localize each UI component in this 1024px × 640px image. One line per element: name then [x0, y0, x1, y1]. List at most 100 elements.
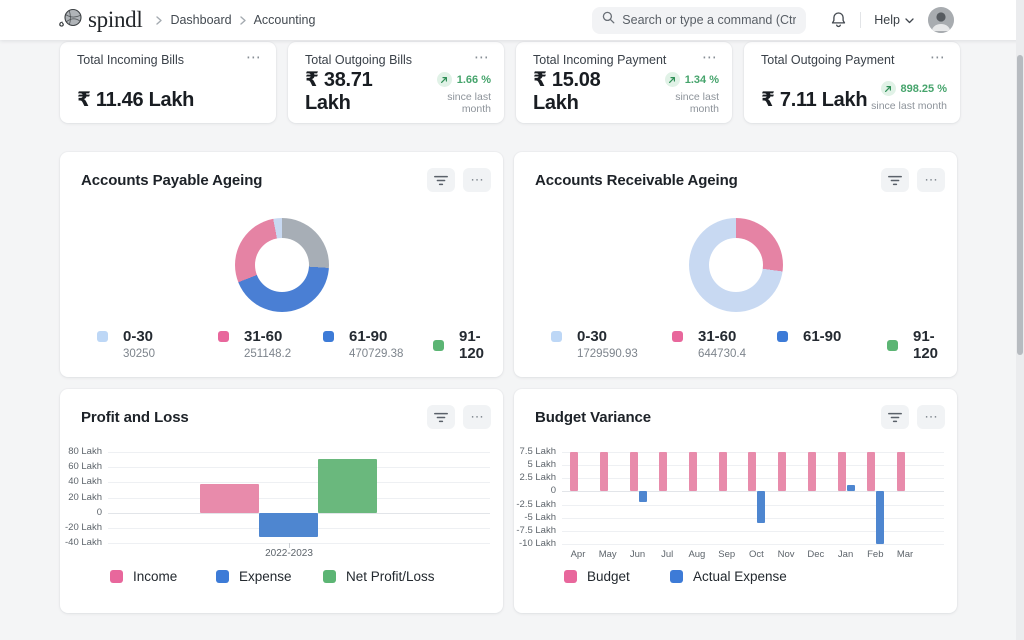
- kpi-label: Total Incoming Payment: [533, 53, 666, 67]
- bar-actual-expense-feb: [876, 491, 884, 544]
- legend-label: Actual Expense: [693, 569, 787, 584]
- y-axis-tick-label: 7.5 Lakh: [514, 447, 556, 457]
- x-axis-category-label: 2022-2023: [209, 548, 369, 559]
- legend-label: 31-60: [698, 328, 736, 345]
- top-navbar: spindl Dashboard Accounting: [0, 0, 1024, 40]
- bar-income: [200, 484, 259, 513]
- legend-swatch: [323, 570, 336, 583]
- legend-value: 30250: [123, 348, 155, 360]
- accounts-payable-ageing-card: Accounts Payable Ageing ⋯ 0-303025031-60…: [60, 152, 503, 377]
- legend-item-net-profit-loss[interactable]: Net Profit/Loss: [323, 569, 435, 584]
- bar-budget-nov: [778, 452, 786, 491]
- search-input[interactable]: [622, 13, 796, 27]
- notifications-bell-icon[interactable]: [830, 11, 847, 29]
- legend-item-expense[interactable]: Expense: [216, 569, 292, 584]
- legend-item-61-90[interactable]: 61-90470729.38: [323, 328, 403, 360]
- user-avatar[interactable]: [928, 7, 954, 33]
- legend-item-actual-expense[interactable]: Actual Expense: [670, 569, 787, 584]
- arrow-up-right-icon: [437, 72, 452, 87]
- legend-item-budget[interactable]: Budget: [564, 569, 630, 584]
- legend-label: Net Profit/Loss: [346, 569, 435, 584]
- legend-item-0-30[interactable]: 0-301729590.93: [551, 328, 638, 360]
- kpi-label: Total Incoming Bills: [77, 53, 184, 67]
- gridline: [108, 482, 490, 483]
- legend-swatch: [323, 331, 334, 342]
- legend-label: Budget: [587, 569, 630, 584]
- legend-swatch: [97, 331, 108, 342]
- filter-button[interactable]: [427, 168, 455, 192]
- card-title: Accounts Receivable Ageing: [535, 172, 738, 189]
- gridline: [562, 518, 944, 519]
- receivable-ageing-legend: 0-301729590.93 31-60644730.4 61-90 91-120: [514, 328, 957, 368]
- accounts-receivable-ageing-card: Accounts Receivable Ageing ⋯ 0-301729590…: [514, 152, 957, 377]
- legend-label: 91-120: [913, 328, 957, 362]
- y-axis-tick-label: -7.5 Lakh: [514, 526, 556, 536]
- more-icon[interactable]: ⋯: [472, 53, 491, 63]
- header-divider: [860, 12, 861, 28]
- gridline: [562, 491, 944, 492]
- payable-ageing-donut-chart: [235, 218, 329, 312]
- more-icon[interactable]: ⋯: [928, 53, 947, 63]
- legend-item-31-60[interactable]: 31-60644730.4: [672, 328, 746, 360]
- more-icon[interactable]: ⋯: [700, 53, 719, 63]
- legend-swatch: [218, 331, 229, 342]
- bar-budget-feb: [867, 452, 875, 491]
- accounting-dashboard: spindl Dashboard Accounting: [0, 0, 1024, 640]
- legend-item-91-120[interactable]: 91-120: [433, 328, 503, 362]
- x-axis-month-label: Jul: [653, 549, 681, 560]
- payable-ageing-legend: 0-3030250 31-60251148.2 61-90470729.38 91-1…: [60, 328, 503, 368]
- y-axis-tick-label: -10 Lakh: [514, 539, 556, 549]
- breadcrumb-accounting[interactable]: Accounting: [254, 13, 316, 27]
- arrow-up-right-icon: [665, 72, 680, 87]
- legend-item-61-90[interactable]: 61-90: [777, 328, 841, 345]
- help-menu[interactable]: Help: [874, 11, 914, 29]
- help-label: Help: [874, 13, 900, 27]
- bar-budget-apr: [570, 452, 578, 491]
- kpi-value: ₹ 38.71 Lakh: [305, 67, 418, 115]
- more-icon[interactable]: ⋯: [244, 53, 263, 63]
- bar-actual-expense-jun: [639, 491, 647, 502]
- x-axis-month-label: Mar: [891, 549, 919, 560]
- legend-item-31-60[interactable]: 31-60251148.2: [218, 328, 291, 360]
- bar-budget-oct: [748, 452, 756, 491]
- bar-budget-jul: [659, 452, 667, 491]
- more-button[interactable]: ⋯: [463, 168, 491, 192]
- kpi-delta-caption: since last month: [871, 100, 947, 112]
- budget-variance-chart: 7.5 Lakh5 Lakh2.5 Lakh0-2.5 Lakh-5 Lakh-…: [514, 389, 957, 613]
- profit-and-loss-chart: 80 Lakh60 Lakh40 Lakh20 Lakh0-20 Lakh-40…: [60, 389, 503, 613]
- y-axis-tick-label: -20 Lakh: [60, 523, 102, 533]
- legend-row: 31-60: [672, 328, 746, 345]
- legend-swatch: [110, 570, 123, 583]
- global-search[interactable]: [592, 7, 806, 34]
- budget-variance-card: Budget Variance ⋯ 7.5 Lakh5 Lakh2.5 Lakh…: [514, 389, 957, 613]
- gridline: [562, 505, 944, 506]
- legend-row: 91-120: [433, 328, 503, 362]
- legend-label: 61-90: [803, 328, 841, 345]
- chevron-right-icon: [156, 16, 162, 25]
- spindl-logo[interactable]: spindl: [58, 7, 142, 34]
- x-axis-month-label: Apr: [564, 549, 592, 560]
- gridline: [562, 531, 944, 532]
- kpi-delta-percent: 1.34 %: [685, 74, 719, 86]
- legend-swatch: [564, 570, 577, 583]
- y-axis-tick-label: 60 Lakh: [60, 462, 102, 472]
- more-button[interactable]: ⋯: [917, 168, 945, 192]
- filter-button[interactable]: [881, 168, 909, 192]
- y-axis-tick-label: 40 Lakh: [60, 477, 102, 487]
- y-axis-tick-label: -2.5 Lakh: [514, 500, 556, 510]
- gridline: [108, 452, 490, 453]
- legend-item-91-120[interactable]: 91-120: [887, 328, 957, 362]
- bar-budget-mar: [897, 452, 905, 491]
- legend-item-income[interactable]: Income: [110, 569, 177, 584]
- receivable-ageing-donut-chart: [689, 218, 783, 312]
- vertical-scrollbar[interactable]: [1016, 0, 1024, 640]
- legend-item-0-30[interactable]: 0-3030250: [97, 328, 155, 360]
- kpi-delta-percent: 1.66 %: [457, 74, 491, 86]
- kpi-delta: 898.25 % since last month: [871, 81, 947, 112]
- x-axis-month-label: Nov: [772, 549, 800, 560]
- breadcrumb-dashboard[interactable]: Dashboard: [170, 13, 231, 27]
- scrollbar-thumb[interactable]: [1017, 55, 1023, 355]
- kpi-value: ₹ 11.46 Lakh: [77, 87, 194, 112]
- kpi-label: Total Outgoing Payment: [761, 53, 894, 67]
- kpi-card-total-outgoing-bills: Total Outgoing Bills ⋯ ₹ 38.71 Lakh 1.66…: [288, 42, 504, 123]
